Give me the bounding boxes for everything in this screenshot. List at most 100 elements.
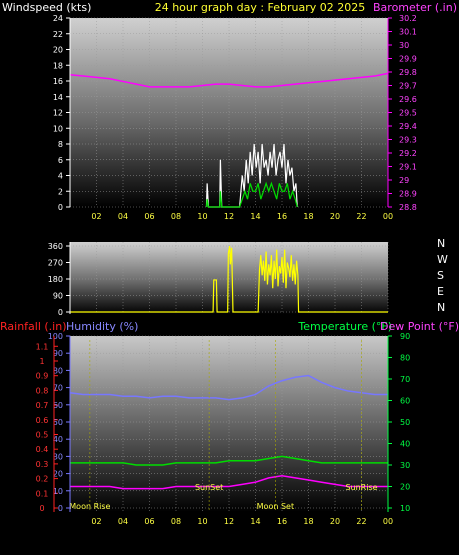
compass-label: N	[437, 301, 445, 314]
barometer-tick-label: 29	[399, 176, 409, 185]
compass-labels: NWSEN	[437, 237, 448, 314]
time-tick-label: 02	[91, 517, 101, 526]
wind-direction-panel: 360270180900 NWSEN	[48, 237, 448, 317]
windspeed-ticks: 024681012141618202224	[53, 14, 70, 212]
temp-humidity-panel: 0 0.1 0.2 0.3 0.4 0.5 0.6 0.7 0.8 0.9 1 1.1 0 10 20 30…	[36, 332, 411, 526]
event-label: Moon Rise	[69, 502, 110, 511]
time-tick-label: 10	[197, 517, 207, 526]
event-label: SunRise	[345, 483, 377, 492]
windspeed-axis-title: Windspeed (kts)	[2, 1, 91, 14]
dewpoint-axis-title: Dew Point (°F)	[380, 320, 459, 333]
time-tick-label: 06	[144, 517, 154, 526]
time-tick-label: 12	[224, 517, 234, 526]
direction-tick-label: 0	[58, 308, 63, 317]
compass-label: S	[437, 269, 444, 282]
humidity-ticks: 0102030405060708090100	[48, 332, 70, 513]
rainfall-tick-label: 0	[39, 504, 44, 513]
time-tick-label: 00	[383, 212, 393, 221]
time-tick-label: 20	[330, 212, 340, 221]
panel3-time-ticks: 02 04 06 08 10 12 14 16 18 20 22 00	[91, 517, 393, 526]
rainfall-tick-label: 0.7	[36, 401, 49, 410]
rainfall-tick-label: 0.5	[36, 430, 49, 439]
temperature-tick-label: 90	[400, 332, 410, 341]
windspeed-tick-label: 10	[53, 124, 63, 133]
time-tick-label: 22	[356, 517, 366, 526]
barometer-tick-label: 28.9	[399, 190, 417, 199]
compass-label: N	[437, 237, 445, 250]
temperature-tick-label: 10	[400, 504, 410, 513]
time-tick-label: 12	[224, 212, 234, 221]
time-tick-label: 20	[330, 517, 340, 526]
barometer-tick-label: 29.4	[399, 122, 417, 131]
direction-tick-label: 360	[48, 242, 63, 251]
temperature-tick-label: 80	[400, 354, 410, 363]
rainfall-tick-label: 0.2	[36, 475, 49, 484]
windspeed-tick-label: 0	[58, 203, 63, 212]
windspeed-tick-label: 2	[58, 187, 63, 196]
time-tick-label: 16	[277, 212, 287, 221]
rainfall-tick-label: 0.9	[36, 372, 49, 381]
rainfall-tick-label: 0.1	[36, 489, 49, 498]
time-tick-label: 08	[171, 212, 181, 221]
weather-graph: Windspeed (kts) 24 hour graph day : Febr…	[0, 1, 459, 526]
temperature-tick-label: 50	[400, 418, 410, 427]
time-tick-label: 00	[383, 517, 393, 526]
barometer-ticks: 28.8 28.9 29 29.1 29.2 29.3 29.4 29.5 29.6 29.7 29…	[388, 14, 417, 212]
direction-ticks: 360 270 180 90 0	[48, 242, 70, 317]
humidity-tick-label: 100	[48, 332, 63, 341]
barometer-tick-label: 28.8	[399, 203, 417, 212]
time-tick-label: 04	[118, 517, 128, 526]
barometer-tick-label: 30.1	[399, 28, 417, 37]
time-tick-label: 22	[356, 212, 366, 221]
temperature-tick-label: 30	[400, 461, 410, 470]
temperature-tick-label: 70	[400, 375, 410, 384]
barometer-tick-label: 30	[399, 41, 409, 50]
time-tick-label: 16	[277, 517, 287, 526]
windspeed-tick-label: 4	[58, 172, 63, 181]
temperature-tick-label: 20	[400, 483, 410, 492]
windspeed-tick-label: 24	[53, 14, 63, 23]
rainfall-tick-label: 0.6	[36, 416, 49, 425]
time-tick-label: 04	[118, 212, 128, 221]
panel1-time-ticks: 02 04 06 08 10 12 14 16 18 20 22 00	[91, 212, 393, 221]
event-label: SunSet	[195, 483, 223, 492]
temperature-tick-label: 40	[400, 440, 410, 449]
time-tick-label: 18	[303, 212, 313, 221]
windspeed-tick-label: 14	[53, 93, 63, 102]
rainfall-tick-label: 1.1	[36, 342, 49, 351]
time-tick-label: 14	[250, 212, 260, 221]
windspeed-tick-label: 18	[53, 61, 63, 70]
compass-label: W	[437, 253, 448, 266]
barometer-tick-label: 29.5	[399, 109, 417, 118]
windspeed-tick-label: 12	[53, 109, 63, 118]
barometer-tick-label: 30.2	[399, 14, 417, 23]
time-tick-label: 06	[144, 212, 154, 221]
time-tick-label: 14	[250, 517, 260, 526]
barometer-axis-title: Barometer (.in)	[373, 1, 457, 14]
windspeed-tick-label: 20	[53, 46, 63, 55]
windspeed-tick-label: 6	[58, 156, 63, 165]
time-tick-label: 10	[197, 212, 207, 221]
windspeed-tick-label: 22	[53, 30, 63, 39]
rainfall-tick-label: 1	[39, 357, 44, 366]
humidity-axis-title: Humidity (%)	[66, 320, 138, 333]
barometer-tick-label: 29.6	[399, 95, 417, 104]
rainfall-tick-label: 0.3	[36, 460, 49, 469]
barometer-tick-label: 29.8	[399, 68, 417, 77]
windspeed-tick-label: 8	[58, 140, 63, 149]
time-tick-label: 18	[303, 517, 313, 526]
windspeed-tick-label: 16	[53, 77, 63, 86]
direction-tick-label: 90	[53, 292, 63, 301]
barometer-tick-label: 29.7	[399, 82, 417, 91]
rainfall-tick-label: 0.4	[36, 445, 49, 454]
rainfall-tick-label: 0.8	[36, 386, 49, 395]
graph-title: 24 hour graph day : February 02 2025	[155, 1, 366, 14]
wind-barometer-panel: 024681012141618202224 28.828.92929.129.2…	[53, 14, 417, 221]
compass-label: E	[437, 285, 444, 298]
direction-tick-label: 180	[48, 275, 63, 284]
barometer-tick-label: 29.1	[399, 163, 417, 172]
temperature-axis-title: Temperature (°F)	[297, 320, 392, 333]
time-tick-label: 02	[91, 212, 101, 221]
temperature-ticks: 10 20 30 40 50 60 70 80 90	[388, 332, 410, 513]
barometer-tick-label: 29.3	[399, 136, 417, 145]
